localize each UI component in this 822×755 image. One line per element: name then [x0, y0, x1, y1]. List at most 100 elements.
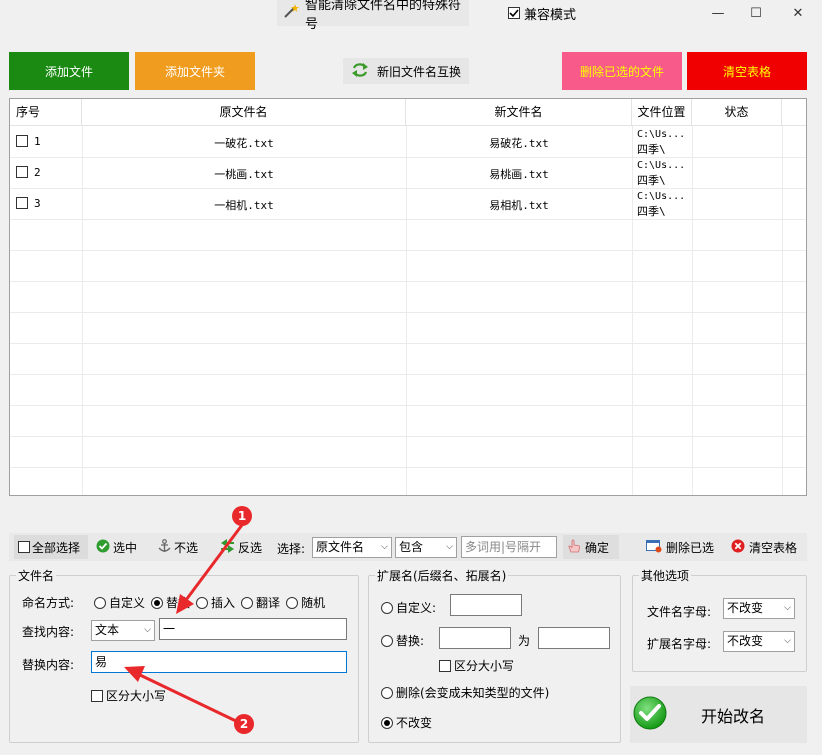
compat-check-box[interactable]	[508, 7, 520, 19]
add-folder-button[interactable]: 添加文件夹	[135, 52, 255, 90]
column-header-location[interactable]: 文件位置	[632, 99, 692, 126]
select-field-dropdown[interactable]: 原文件名 ⌵	[312, 537, 392, 558]
clear-table-small-button[interactable]: 清空表格	[731, 535, 797, 559]
ext-unchanged-radio[interactable]: 不改变	[381, 714, 432, 731]
start-rename-button[interactable]: 开始改名	[630, 686, 807, 743]
select-all-checkbox[interactable]	[18, 541, 30, 553]
case-check-box[interactable]	[91, 689, 103, 702]
grid-line	[10, 436, 806, 437]
ext-find-input[interactable]	[439, 627, 511, 649]
select-mode-dropdown[interactable]: 包含 ⌵	[395, 537, 457, 558]
grid-line	[10, 343, 806, 344]
keyword-input[interactable]: 多词用|号隔开	[461, 536, 557, 558]
replace-value: 易	[95, 655, 108, 669]
mode-translate-radio[interactable]: 翻译	[241, 594, 280, 611]
radio-button[interactable]	[381, 716, 393, 729]
check-button[interactable]: 选中	[96, 535, 137, 559]
delete-selected-files-button[interactable]: 删除已选的文件	[562, 52, 682, 90]
swap-arrows-icon	[351, 62, 369, 81]
invert-button[interactable]: 反选	[220, 535, 262, 559]
row-checkbox[interactable]	[16, 166, 28, 178]
table-row[interactable]: 3 一相机.txt 易相机.txt C:\Us... 四季\	[10, 189, 782, 219]
column-header-index[interactable]: 序号	[10, 99, 82, 126]
check-circle-icon	[96, 539, 110, 556]
replace-input[interactable]: 易	[91, 651, 347, 673]
title-area: 智能清除文件名中的特殊符号	[277, 0, 469, 32]
radio-button[interactable]	[151, 596, 164, 609]
mode-translate-label: 翻译	[256, 596, 281, 610]
delete-selected-files-label: 删除已选的文件	[579, 64, 664, 79]
minimize-button[interactable]: —	[700, 0, 736, 26]
ext-custom-radio[interactable]: 自定义:	[381, 599, 436, 616]
grid-line	[10, 281, 806, 282]
row-location-line2: 四季\	[637, 205, 666, 218]
filename-case-dropdown[interactable]: 不改变 ⌵	[723, 598, 795, 619]
swap-names-button[interactable]: 新旧文件名互换	[343, 58, 469, 84]
app-title: 智能清除文件名中的特殊符号	[305, 0, 462, 32]
grid-line	[10, 219, 806, 220]
mode-custom-label: 自定义	[109, 596, 146, 610]
radio-button[interactable]	[196, 596, 209, 609]
row-location-line2: 四季\	[637, 143, 666, 156]
find-input[interactable]: 一	[159, 618, 347, 640]
mode-replace-radio[interactable]: 替换	[151, 594, 190, 611]
add-file-label: 添加文件	[44, 64, 93, 79]
invert-label: 反选	[238, 540, 263, 555]
radio-button[interactable]	[381, 634, 393, 647]
radio-button[interactable]	[381, 601, 393, 614]
ext-case-sensitive-checkbox[interactable]: 区分大小写	[439, 657, 514, 674]
grid-line	[10, 312, 806, 313]
start-rename-label: 开始改名	[701, 706, 766, 726]
find-value: 一	[163, 622, 176, 636]
chevron-down-icon: ⌵	[784, 603, 791, 613]
column-header-new-name[interactable]: 新文件名	[406, 99, 632, 126]
mode-insert-label: 插入	[211, 596, 236, 610]
ext-case-dropdown[interactable]: 不改变 ⌵	[723, 631, 795, 652]
find-type-dropdown[interactable]: 文本 ⌵	[91, 620, 155, 641]
ext-delete-label: 删除(会变成未知类型的文件)	[396, 686, 550, 700]
filename-case-sensitive-checkbox[interactable]: 区分大小写	[91, 687, 166, 704]
row-checkbox[interactable]	[16, 135, 28, 147]
delete-selected-button[interactable]: 删除已选	[646, 535, 714, 559]
table-row[interactable]: 2 一桃画.txt 易桃画.txt C:\Us... 四季\	[10, 158, 782, 188]
mode-random-label: 随机	[301, 596, 326, 610]
table-row[interactable]: 1 一破花.txt 易破花.txt C:\Us... 四季\	[10, 127, 782, 157]
compat-mode-checkbox[interactable]: 兼容模式	[508, 4, 576, 23]
ext-replace-input[interactable]	[538, 627, 610, 649]
annotation-marker-2-text: 2	[239, 717, 249, 731]
green-check-icon	[633, 696, 667, 733]
ext-case-check-box[interactable]	[439, 659, 451, 672]
x-circle-icon	[731, 539, 745, 556]
other-options-group: 其他选项	[632, 567, 807, 672]
confirm-button[interactable]: 确定	[563, 535, 619, 559]
row-location-line2: 四季\	[637, 174, 666, 187]
column-header-old-name[interactable]: 原文件名	[82, 99, 406, 126]
mode-custom-radio[interactable]: 自定义	[94, 594, 145, 611]
maximize-button[interactable]: ☐	[738, 0, 774, 26]
radio-button[interactable]	[286, 596, 299, 609]
grid-line	[10, 467, 806, 468]
ext-custom-input[interactable]	[450, 594, 522, 616]
ext-delete-radio[interactable]: 删除(会变成未知类型的文件)	[381, 684, 549, 701]
extension-group-legend: 扩展名(后缀名、拓展名)	[375, 567, 509, 584]
naming-mode-radio-group: 自定义 替换 插入 翻译 随机	[94, 594, 325, 611]
swap-names-label: 新旧文件名互换	[376, 64, 461, 79]
mode-random-radio[interactable]: 随机	[286, 594, 325, 611]
uncheck-button[interactable]: 不选	[158, 535, 198, 559]
select-all-label: 全部选择	[32, 540, 81, 555]
close-button[interactable]: ✕	[780, 0, 816, 26]
ext-replace-label: 替换:	[396, 634, 425, 648]
clear-table-button[interactable]: 清空表格	[687, 52, 807, 90]
radio-button[interactable]	[94, 596, 106, 609]
select-all-button[interactable]: 全部选择	[14, 535, 88, 559]
row-checkbox[interactable]	[16, 197, 28, 209]
add-file-button[interactable]: 添加文件	[9, 52, 129, 90]
select-field-value: 原文件名	[316, 540, 365, 554]
column-header-status[interactable]: 状态	[692, 99, 782, 126]
mode-insert-radio[interactable]: 插入	[196, 594, 235, 611]
file-table[interactable]: 序号 原文件名 新文件名 文件位置 状态 1 一破花.txt 易破花.txt C…	[9, 98, 807, 496]
radio-button[interactable]	[381, 686, 393, 699]
ext-replace-radio[interactable]: 替换:	[381, 632, 424, 649]
add-folder-label: 添加文件夹	[164, 64, 225, 79]
radio-button[interactable]	[241, 596, 254, 609]
